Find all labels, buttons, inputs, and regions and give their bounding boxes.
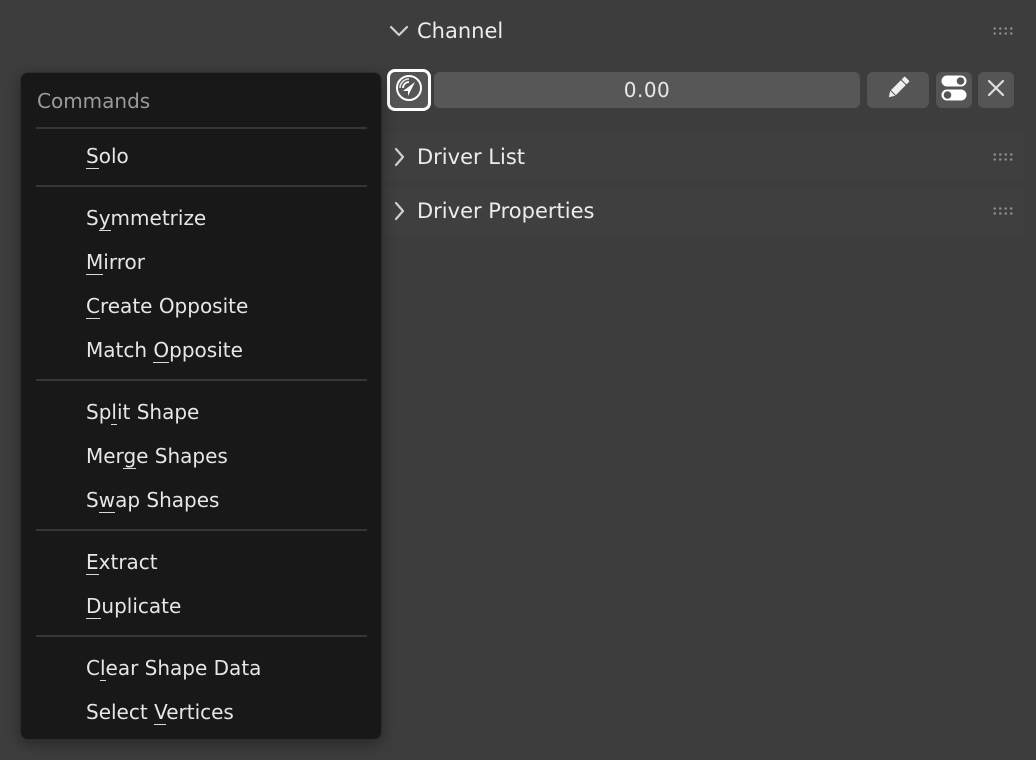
drag-grip-icon[interactable]	[992, 206, 1014, 216]
commands-menu: Commands Solo Symmetrize Mirror Create O…	[20, 72, 382, 740]
driver-icon	[394, 73, 424, 107]
chevron-down-icon	[384, 8, 414, 54]
chevron-right-icon	[384, 188, 414, 234]
close-icon	[986, 78, 1006, 102]
menu-item-label: Merge Shapes	[86, 444, 228, 469]
menu-item-mirror[interactable]: Mirror	[27, 242, 375, 282]
channel-value-field[interactable]: 0.00	[434, 72, 860, 108]
menu-separator	[36, 127, 367, 129]
drag-grip-icon[interactable]	[992, 152, 1014, 162]
menu-item-label: Match Opposite	[86, 338, 243, 363]
toggle-icon	[940, 74, 968, 106]
menu-item-label: Symmetrize	[86, 206, 207, 231]
menu-item-swap-shapes[interactable]: Swap Shapes	[27, 480, 375, 520]
pencil-icon	[883, 73, 913, 107]
menu-separator	[36, 635, 367, 637]
menu-item-symmetrize[interactable]: Symmetrize	[27, 198, 375, 238]
driver-list-title: Driver List	[417, 145, 526, 169]
menu-item-label: Clear Shape Data	[86, 656, 262, 681]
menu-item-clear-shape-data[interactable]: Clear Shape Data	[27, 648, 375, 688]
menu-item-create-opposite[interactable]: Create Opposite	[27, 286, 375, 326]
menu-separator	[36, 379, 367, 381]
menu-separator	[36, 185, 367, 187]
drag-grip-icon[interactable]	[992, 26, 1014, 36]
driver-properties-title: Driver Properties	[417, 199, 595, 223]
menu-item-label: Duplicate	[86, 594, 182, 619]
menu-item-split-shape[interactable]: Split Shape	[27, 392, 375, 432]
remove-driver-button[interactable]	[978, 72, 1014, 108]
driver-button[interactable]	[387, 69, 431, 111]
menu-item-label: Swap Shapes	[86, 488, 220, 513]
menu-item-solo[interactable]: Solo	[27, 136, 375, 176]
driver-list-panel-header[interactable]: Driver List	[384, 134, 1024, 180]
menu-item-extract[interactable]: Extract	[27, 542, 375, 582]
menu-item-label: Create Opposite	[86, 294, 249, 319]
menu-separator	[36, 529, 367, 531]
menu-item-duplicate[interactable]: Duplicate	[27, 586, 375, 626]
menu-item-label: Select Vertices	[86, 700, 234, 725]
channel-row: 0.00	[387, 69, 1017, 111]
toggle-button[interactable]	[936, 72, 972, 108]
menu-item-label: Split Shape	[86, 400, 200, 425]
edit-driver-button[interactable]	[867, 72, 929, 108]
menu-item-label: Solo	[86, 144, 129, 169]
menu-item-merge-shapes[interactable]: Merge Shapes	[27, 436, 375, 476]
menu-item-label: Mirror	[86, 250, 145, 275]
menu-title: Commands	[37, 89, 151, 113]
menu-item-select-vertices[interactable]: Select Vertices	[27, 692, 375, 732]
driver-properties-panel-header[interactable]: Driver Properties	[384, 188, 1024, 234]
chevron-right-icon	[384, 134, 414, 180]
channel-panel-header[interactable]: Channel	[384, 8, 1024, 54]
menu-item-match-opposite[interactable]: Match Opposite	[27, 330, 375, 370]
menu-item-label: Extract	[86, 550, 158, 575]
channel-panel-title: Channel	[417, 19, 504, 43]
